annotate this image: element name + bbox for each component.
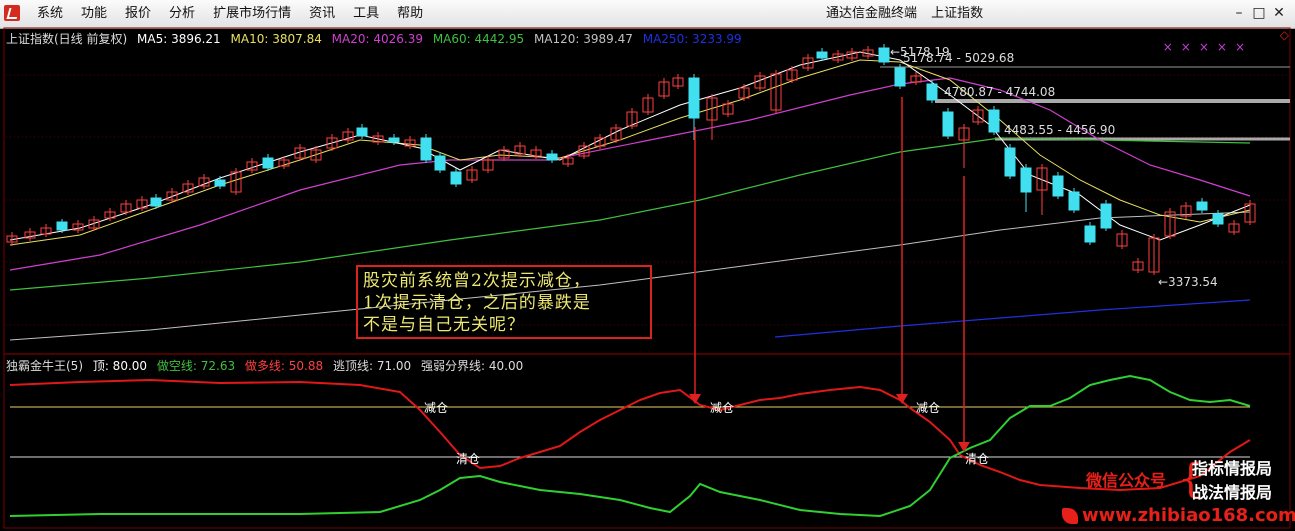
watermark-names: 指标情报局 战法情报局 <box>1192 457 1272 505</box>
ma20-line <box>9 77 1251 271</box>
candle-body <box>1068 191 1080 211</box>
candle-body <box>420 137 432 161</box>
indicator-escape-line: 逃顶线: 71.00 <box>332 359 412 373</box>
candle-body <box>1100 203 1112 229</box>
ma250-line <box>774 299 1251 338</box>
zone-2-label: 4780.87 - 4744.08 <box>944 85 1055 99</box>
candle-body <box>150 197 162 207</box>
ma10-line <box>9 59 1251 246</box>
candle-body <box>214 179 226 187</box>
signal-reduce-1: 减仓 <box>424 401 448 415</box>
candle-body <box>688 77 700 119</box>
arrow-clear-2-head <box>958 442 970 452</box>
indicator-info: 独霸金牛王(5) 顶: 80.00 做空线: 72.63 做多线: 50.88 … <box>6 357 529 374</box>
candle-body <box>1084 225 1096 243</box>
candle-body <box>388 137 400 143</box>
candle-body <box>356 127 368 137</box>
candle-body <box>894 67 906 87</box>
candle-body <box>1004 147 1016 177</box>
marker-stars: ××××× <box>1162 40 1253 54</box>
candle-body <box>546 153 558 161</box>
ma250-value: MA250: 3233.99 <box>642 32 742 46</box>
low-price-label: ←3373.54 <box>1158 275 1218 289</box>
signal-clear-2: 清仓 <box>965 452 989 466</box>
ma10-value: MA10: 3807.84 <box>230 32 322 46</box>
candle-body <box>988 109 1000 133</box>
zone-3-label: 4483.55 - 4456.90 <box>1004 123 1115 137</box>
zone-1-label: 5178.74 - 5029.68 <box>903 51 1014 65</box>
annotation-line-2: 1次提示清仓，之后的暴跌是 <box>363 293 591 313</box>
ma60-value: MA60: 4442.95 <box>432 32 525 46</box>
indicator-name: 独霸金牛王(5) <box>6 359 83 373</box>
annotation-box: 股灾前系统曾2次提示减仓， 1次提示清仓，之后的暴跌是 不是与自己无关呢？ <box>356 265 652 339</box>
ma20-value: MA20: 4026.39 <box>331 32 423 46</box>
signal-reduce-3: 减仓 <box>916 401 940 415</box>
ma120-value: MA120: 3989.47 <box>533 32 633 46</box>
watermark-url: www.zhibiao168.com <box>1082 505 1295 526</box>
indicator-bull-curve <box>9 378 1251 492</box>
candle-body <box>1052 175 1064 197</box>
indicator-bull-line: 做多线: 50.88 <box>244 359 324 373</box>
indicator-top: 顶: 80.00 <box>92 359 148 373</box>
index-name: 上证指数(日线 前复权) <box>6 32 128 46</box>
candle-body <box>926 83 938 101</box>
candle-body <box>816 51 828 59</box>
candle-body <box>1020 167 1032 193</box>
indicator-bear-curve <box>9 374 1251 518</box>
diamond-icon[interactable]: ◇ <box>1280 28 1289 42</box>
indicator-bear-line: 做空线: 72.63 <box>156 359 236 373</box>
signal-clear-1: 清仓 <box>456 452 480 466</box>
candle-body <box>262 157 274 169</box>
candle-body <box>1212 213 1224 225</box>
annotation-line-1: 股灾前系统曾2次提示减仓， <box>363 271 591 291</box>
watermark-wechat: 微信公众号 <box>1086 471 1167 490</box>
ma5-value: MA5: 3896.21 <box>137 32 221 46</box>
annotation-line-3: 不是与自己无关呢？ <box>363 315 525 335</box>
candle-body <box>434 155 446 171</box>
candle-body <box>56 221 68 231</box>
candle-body <box>450 171 462 185</box>
watermark-name-2: 战法情报局 <box>1192 483 1273 502</box>
candle-body <box>1196 201 1208 211</box>
indicator-divide-line: 强弱分界线: 40.00 <box>421 359 524 373</box>
main-chart-info: 上证指数(日线 前复权) MA5: 3896.21 MA10: 3807.84 … <box>6 30 748 47</box>
watermark-name-1: 指标情报局 <box>1192 459 1273 478</box>
signal-reduce-2: 减仓 <box>710 401 734 415</box>
candle-body <box>878 47 890 63</box>
candle-body <box>942 111 954 137</box>
ma5-line <box>9 51 1251 241</box>
